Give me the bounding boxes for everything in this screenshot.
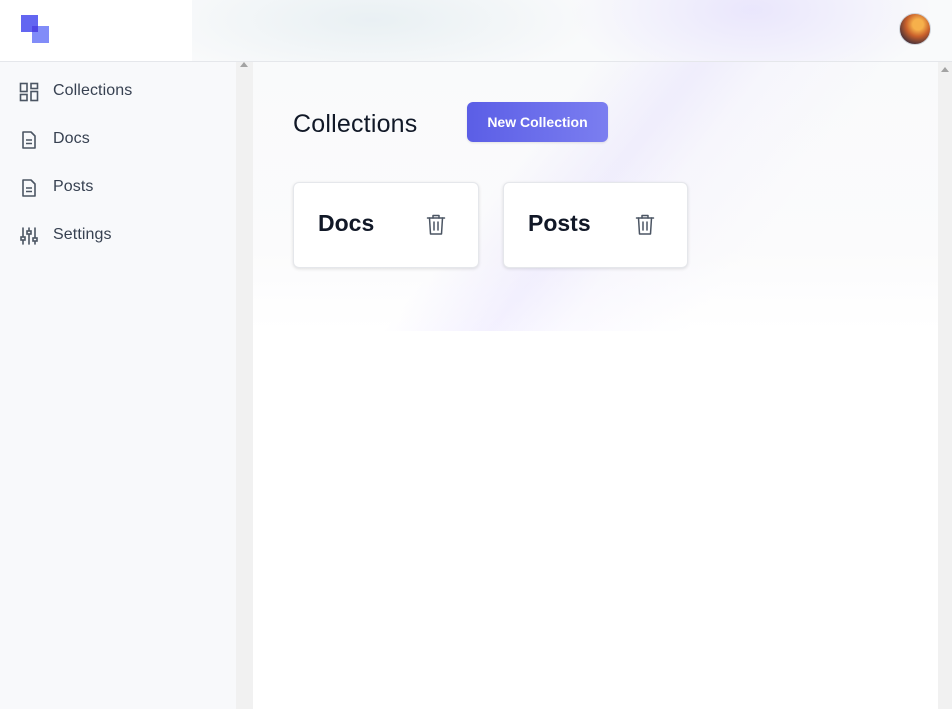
app-logo-icon[interactable]	[21, 15, 49, 43]
header-background	[192, 0, 952, 61]
sidebar-item-posts[interactable]: Posts	[0, 168, 236, 208]
sidebar: Collections Docs Posts Settings	[0, 62, 236, 709]
collection-card-title: Posts	[528, 210, 591, 236]
document-icon	[19, 130, 39, 150]
trash-icon[interactable]	[634, 213, 656, 237]
sidebar-item-label: Settings	[53, 226, 112, 243]
sidebar-item-docs[interactable]: Docs	[0, 120, 236, 160]
trash-icon[interactable]	[425, 213, 447, 237]
top-header	[0, 0, 952, 62]
collection-card-posts[interactable]: Posts	[503, 182, 688, 268]
main-content: Collections New Collection Docs Posts	[253, 62, 938, 709]
sidebar-item-label: Posts	[53, 178, 94, 195]
sidebar-item-label: Collections	[53, 82, 133, 99]
document-icon	[19, 178, 39, 198]
collection-card-title: Docs	[318, 210, 375, 236]
collection-card-docs[interactable]: Docs	[293, 182, 479, 268]
scroll-up-arrow-icon[interactable]	[240, 62, 248, 67]
sidebar-scrollbar[interactable]	[236, 62, 253, 709]
main-scrollbar[interactable]	[938, 62, 952, 709]
sliders-icon	[19, 226, 39, 246]
page-title: Collections	[293, 110, 418, 138]
sidebar-item-collections[interactable]: Collections	[0, 72, 236, 112]
scroll-up-arrow-icon[interactable]	[941, 67, 949, 72]
user-avatar[interactable]	[899, 13, 931, 45]
new-collection-button[interactable]: New Collection	[467, 102, 608, 142]
dashboard-grid-icon	[19, 82, 39, 102]
sidebar-item-label: Docs	[53, 130, 90, 147]
sidebar-item-settings[interactable]: Settings	[0, 216, 236, 256]
